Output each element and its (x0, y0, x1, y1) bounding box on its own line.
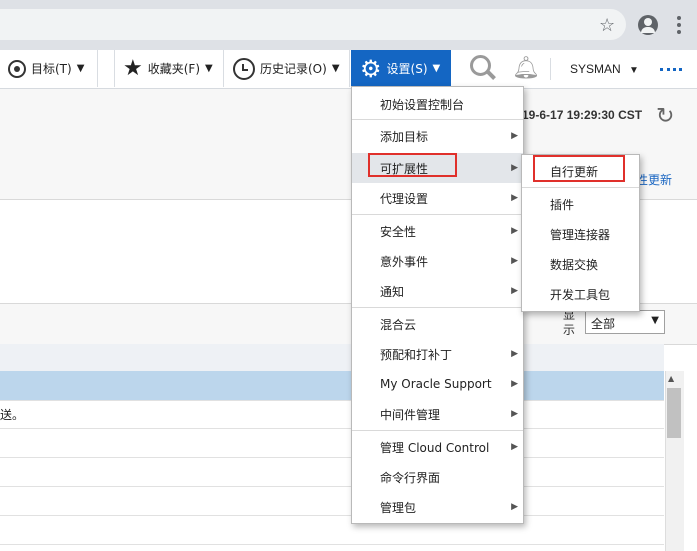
star-icon: ★ (123, 55, 143, 81)
table-row-text: 送。 (0, 408, 25, 422)
highlight-box-extensibility (368, 153, 457, 177)
chevron-right-icon: ▶ (511, 226, 518, 236)
menu-item-add-target[interactable]: 添加目标 ▶ (352, 121, 523, 151)
caret-down-icon: ▼ (629, 65, 639, 76)
menu-item-hybrid-cloud[interactable]: 混合云 (352, 309, 523, 339)
table-row-selected[interactable] (0, 371, 664, 400)
caret-down-icon: ▼ (76, 63, 85, 74)
vertical-dots-icon[interactable] (677, 16, 681, 34)
settings-label: 设置(S) (386, 62, 428, 76)
chevron-right-icon: ▶ (511, 286, 518, 296)
menu-divider (352, 307, 523, 308)
chevron-right-icon: ▶ (511, 163, 518, 173)
menu-item-label: 命令行界面 (380, 470, 441, 485)
show-select[interactable]: 全部 ▼ (585, 310, 665, 334)
caret-down-icon: ▼ (205, 63, 213, 74)
menu-item-agent-settings[interactable]: 代理设置 ▶ (352, 183, 523, 213)
table-row-divider (0, 457, 664, 458)
history-menu-button[interactable]: 历史记录(O) ▼ (225, 50, 350, 87)
chevron-right-icon: ▶ (511, 502, 518, 512)
history-label: 历史记录(O) (260, 62, 327, 76)
menu-item-command-line[interactable]: 命令行界面 (352, 462, 523, 492)
menu-divider (352, 430, 523, 431)
menu-item-provisioning[interactable]: 预配和打补丁 ▶ (352, 339, 523, 369)
chevron-right-icon: ▶ (511, 442, 518, 452)
settings-dropdown-menu: 初始设置控制台 添加目标 ▶ 可扩展性 ▶ 代理设置 ▶ 安全性 ▶ 意外事件 ▶ 通知 ▶… (351, 86, 524, 524)
bell-icon[interactable]: 🔔︎ (512, 56, 540, 81)
menu-item-label: 混合云 (380, 317, 417, 332)
highlight-box-self-update (533, 155, 625, 182)
chevron-right-icon: ▶ (511, 131, 518, 141)
menu-item-label: 预配和打补丁 (380, 347, 453, 362)
extensibility-update-link[interactable]: 性更新 (636, 171, 672, 188)
address-bar[interactable] (0, 9, 626, 40)
submenu-item-label: 开发工具包 (550, 287, 611, 302)
favorites-menu-button[interactable]: ★ 收藏夹(F) ▼ (114, 50, 224, 87)
submenu-item-dev-kit[interactable]: 开发工具包 (522, 279, 639, 309)
submenu-item-plugins[interactable]: 插件 (522, 189, 639, 219)
menu-item-middleware[interactable]: 中间件管理 ▶ (352, 399, 523, 429)
caret-down-icon: ▼ (331, 63, 340, 74)
clock-icon (233, 57, 255, 80)
menu-item-label: 安全性 (380, 224, 417, 239)
submenu-item-connectors[interactable]: 管理连接器 (522, 219, 639, 249)
scroll-up-icon[interactable]: ▲ (668, 374, 674, 383)
scrollbar-thumb[interactable] (667, 388, 681, 438)
show-label: 显示 (563, 308, 576, 337)
menu-item-manage-cloud-control[interactable]: 管理 Cloud Control ▶ (352, 432, 523, 462)
table-row-divider (0, 544, 664, 545)
menu-item-incidents[interactable]: 意外事件 ▶ (352, 246, 523, 276)
menu-divider (352, 119, 523, 120)
submenu-item-label: 数据交换 (550, 257, 599, 272)
table-row-divider (0, 515, 664, 516)
caret-down-icon: ▼ (432, 63, 441, 74)
more-menu-icon[interactable] (660, 68, 682, 74)
menu-item-label: 意外事件 (380, 254, 429, 269)
chevron-right-icon: ▶ (511, 193, 518, 203)
favorites-label: 收藏夹(F) (147, 62, 201, 76)
settings-menu-button[interactable]: ⚙ 设置(S) ▼ (351, 50, 451, 87)
chevron-right-icon: ▶ (511, 256, 518, 266)
menu-divider (352, 214, 523, 215)
chevron-right-icon: ▶ (511, 409, 518, 419)
submenu-item-label: 插件 (550, 197, 575, 212)
targets-menu-button[interactable]: 目标(T) ▼ (0, 50, 98, 87)
search-icon[interactable] (470, 55, 496, 80)
chevron-right-icon: ▶ (511, 379, 518, 389)
menu-item-label: 管理 Cloud Control (380, 440, 490, 455)
targets-label: 目标(T) (31, 62, 72, 76)
menu-divider (522, 187, 639, 188)
menu-item-label: 代理设置 (380, 191, 429, 206)
submenu-item-label: 管理连接器 (550, 227, 611, 242)
menu-item-label: 初始设置控制台 (380, 97, 465, 112)
chevron-right-icon: ▶ (511, 349, 518, 359)
table-row-divider (0, 486, 664, 487)
menu-item-security[interactable]: 安全性 ▶ (352, 216, 523, 246)
gear-icon: ⚙ (360, 54, 382, 83)
table-row-divider (0, 400, 664, 401)
table-row-divider (0, 428, 664, 429)
refresh-icon[interactable]: ↻ (656, 104, 674, 129)
menu-item-notifications[interactable]: 通知 ▶ (352, 276, 523, 306)
user-menu-button[interactable]: SYSMAN ▼ (570, 62, 639, 76)
menu-item-label: 中间件管理 (380, 407, 441, 422)
chevron-down-icon: ▼ (651, 315, 659, 326)
menu-item-label: 管理包 (380, 500, 417, 515)
menu-item-management-packs[interactable]: 管理包 ▶ (352, 492, 523, 522)
menu-item-label: 添加目标 (380, 129, 429, 144)
target-icon (8, 59, 26, 78)
menu-item-my-oracle-support[interactable]: My Oracle Support ▶ (352, 369, 523, 399)
menu-item-label: My Oracle Support (380, 377, 492, 391)
user-label: SYSMAN (570, 62, 621, 76)
menu-item-initial-setup[interactable]: 初始设置控制台 (352, 89, 523, 119)
menu-item-label: 通知 (380, 284, 405, 299)
show-select-value: 全部 (591, 317, 616, 331)
submenu-item-data-exchange[interactable]: 数据交换 (522, 249, 639, 279)
app-toolbar: 目标(T) ▼ ★ 收藏夹(F) ▼ 历史记录(O) ▼ ⚙ 设置(S) ▼ 🔔… (0, 50, 697, 89)
refresh-timestamp: 19-6-17 19:29:30 CST (522, 108, 643, 122)
account-circle-icon[interactable] (638, 15, 658, 35)
toolbar-divider (550, 58, 551, 80)
star-outline-icon[interactable]: ☆ (599, 17, 615, 35)
table-header (0, 344, 664, 372)
